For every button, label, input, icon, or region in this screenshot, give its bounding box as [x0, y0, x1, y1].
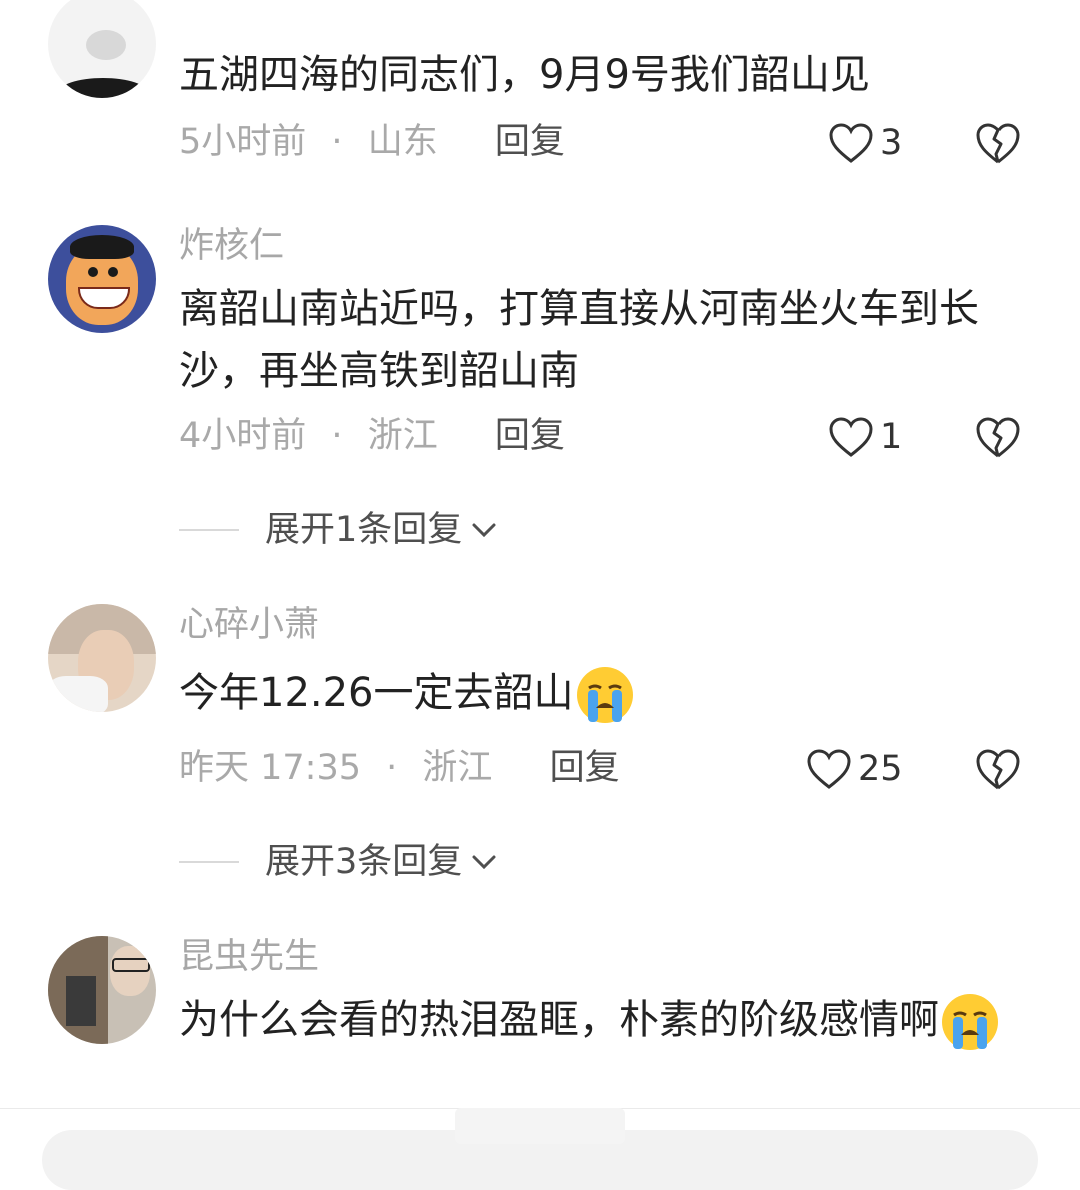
chevron-down-icon [472, 523, 496, 538]
comment-time: 4小时前 [179, 416, 307, 456]
heart-outline-icon [829, 123, 873, 163]
comment-meta: 4小时前 · 浙江 回复 [179, 416, 565, 456]
comment-location: 山东 [367, 122, 438, 162]
like-button[interactable]: 1 [828, 416, 902, 458]
reply-button[interactable]: 回复 [495, 416, 565, 456]
broken-heart-icon[interactable] [975, 747, 1021, 791]
loudly-crying-face-emoji [942, 994, 998, 1050]
comment-text: 今年12.26一定去韶山 [179, 662, 1009, 726]
divider-line [179, 529, 239, 531]
comment-username[interactable]: 心碎小萧 [179, 605, 319, 645]
meta-separator: · [331, 416, 343, 456]
expand-replies-button[interactable]: 展开3条回复 [179, 842, 498, 882]
comment-location: 浙江 [367, 416, 438, 456]
avatar[interactable] [48, 936, 156, 1044]
avatar[interactable] [48, 604, 156, 712]
like-button[interactable]: 3 [828, 122, 902, 164]
comment-text: 为什么会看的热泪盈眶，朴素的阶级感情啊 [179, 989, 1009, 1053]
broken-heart-icon[interactable] [975, 415, 1021, 459]
comment-time: 5小时前 [179, 122, 307, 162]
comment-meta: 5小时前 · 山东 回复 [179, 122, 565, 162]
comment-meta: 昨天 17:35 · 浙江 回复 [179, 748, 620, 788]
broken-heart-icon[interactable] [975, 121, 1021, 165]
heart-outline-icon [829, 417, 873, 457]
reply-button[interactable]: 回复 [550, 748, 620, 788]
expand-replies-label: 展开1条回复 [265, 510, 463, 550]
comment-username[interactable]: 炸核仁 [179, 226, 284, 266]
chevron-down-icon [472, 855, 496, 870]
meta-separator: · [386, 748, 398, 788]
reply-button[interactable]: 回复 [495, 122, 565, 162]
heart-outline-icon [807, 749, 851, 789]
comment-text-body: 今年12.26一定去韶山 [179, 670, 574, 716]
like-count: 25 [858, 749, 903, 789]
expand-replies-label: 展开3条回复 [265, 842, 463, 882]
meta-separator: · [331, 122, 343, 162]
comment-text: 五湖四海的同志们，9月9号我们韶山见 [179, 52, 870, 98]
drag-handle[interactable] [455, 1108, 625, 1144]
comment-location: 浙江 [422, 748, 493, 788]
like-count: 3 [880, 123, 903, 163]
like-button[interactable]: 25 [806, 748, 903, 790]
divider-line [179, 861, 239, 863]
avatar[interactable] [48, 0, 156, 98]
like-count: 1 [880, 417, 903, 457]
comment-time: 昨天 17:35 [179, 748, 361, 788]
expand-replies-button[interactable]: 展开1条回复 [179, 510, 498, 550]
comment-text: 离韶山南站近吗，打算直接从河南坐火车到长沙，再坐高铁到韶山南 [179, 286, 979, 394]
loudly-crying-face-emoji [576, 667, 633, 723]
avatar[interactable] [48, 225, 156, 333]
comment-text-body: 为什么会看的热泪盈眶，朴素的阶级感情啊 [179, 997, 939, 1043]
comment-username[interactable]: 昆虫先生 [179, 937, 319, 977]
